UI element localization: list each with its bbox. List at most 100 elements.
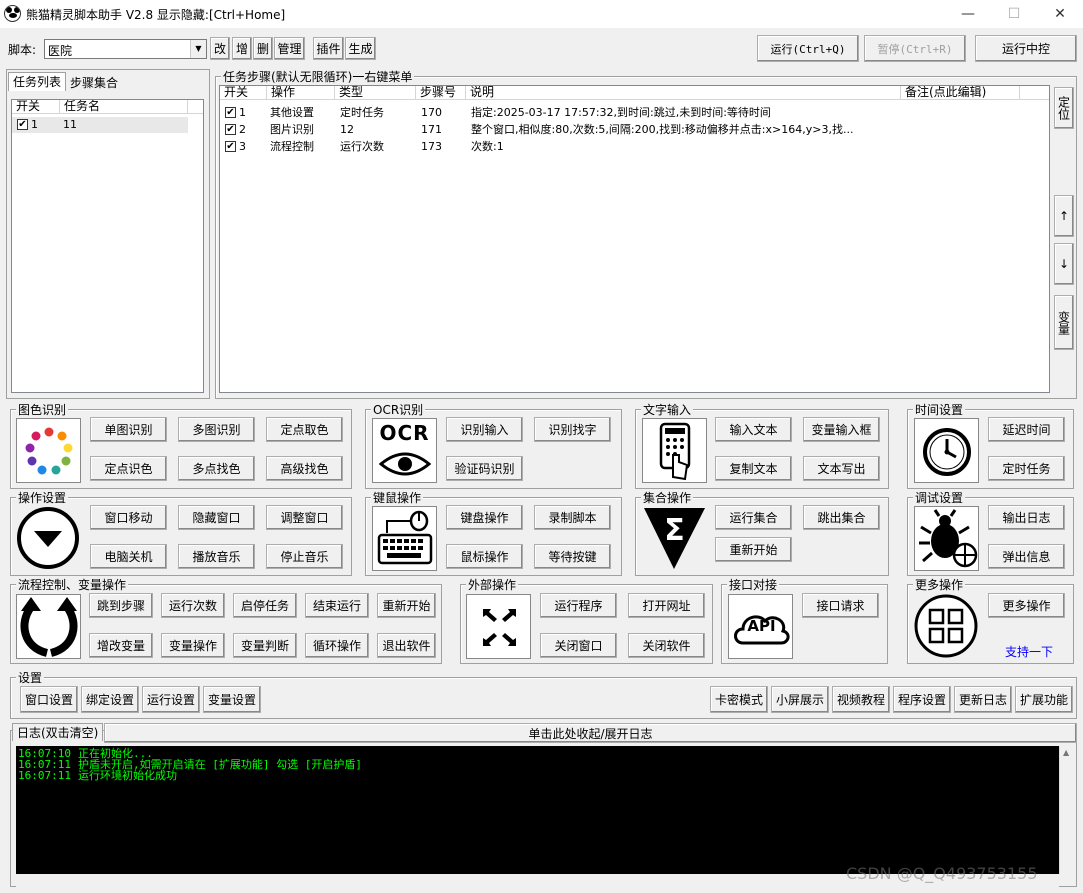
input-text-button[interactable]: 输入文本 [715,417,792,442]
keyboard-operation-button[interactable]: 键盘操作 [446,505,523,530]
delay-time-button[interactable]: 延迟时间 [988,417,1065,442]
popup-info-button[interactable]: 弹出信息 [988,544,1065,569]
run-collection-button[interactable]: 运行集合 [715,505,792,530]
variable-input-box-button[interactable]: 变量输入框 [803,417,880,442]
ocr-eye-icon: OCR [372,418,437,483]
tab-step-collection[interactable]: 步骤集合 [66,74,122,91]
extensions-button[interactable]: 扩展功能 [1015,686,1073,713]
run-middle-control-button[interactable]: 运行中控 [975,35,1077,62]
exit-software-button[interactable]: 退出软件 [377,633,436,658]
changelog-button[interactable]: 更新日志 [954,686,1012,713]
col-operation[interactable]: 操作 [267,86,335,100]
col-task-name[interactable]: 任务名 [60,100,188,114]
jump-to-step-button[interactable]: 跳到步骤 [89,593,153,618]
run-button[interactable]: 运行(Ctrl+Q) [757,35,859,62]
hide-window-button[interactable]: 隐藏窗口 [178,505,255,530]
small-screen-button[interactable]: 小屏展示 [771,686,829,713]
exit-collection-button[interactable]: 跳出集合 [803,505,880,530]
run-program-button[interactable]: 运行程序 [540,593,617,618]
run-count-button[interactable]: 运行次数 [161,593,225,618]
tab-task-list[interactable]: 任务列表 [8,72,67,91]
close-icon[interactable]: ✕ [1037,0,1083,28]
col-switch[interactable]: 开关 [12,100,60,114]
toggle-log-button[interactable]: 单击此处收起/展开日志 [104,723,1077,743]
record-script-button[interactable]: 录制脚本 [534,505,611,530]
stop-music-button[interactable]: 停止音乐 [266,544,343,569]
move-window-button[interactable]: 窗口移动 [90,505,167,530]
row-checkbox[interactable]: ✔ [17,119,28,130]
col-switch[interactable]: 开关 [220,86,267,100]
restart-button[interactable]: 重新开始 [377,593,436,618]
support-link[interactable]: 支持一下 [1005,643,1053,660]
col-description[interactable]: 说明 [466,86,901,100]
recognize-find-text-button[interactable]: 识别找字 [534,417,611,442]
locate-button[interactable]: 定位 [1054,87,1074,129]
more-operations-button[interactable]: 更多操作 [988,593,1065,618]
edit-script-button[interactable]: 改 [210,37,230,60]
chevron-down-icon[interactable]: ▼ [190,40,206,58]
close-software-button[interactable]: 关闭软件 [628,633,705,658]
window-settings-button[interactable]: 窗口设置 [20,686,78,713]
close-window-button[interactable]: 关闭窗口 [540,633,617,658]
col-step-number[interactable]: 步骤号 [416,86,466,100]
log-scrollbar[interactable]: ▲ [1059,746,1075,874]
variable-operation-button[interactable]: 变量操作 [161,633,225,658]
write-text-button[interactable]: 文本写出 [803,456,880,481]
move-down-button[interactable]: ↓ [1054,243,1074,285]
delete-script-button[interactable]: 删 [253,37,273,60]
variable-judge-button[interactable]: 变量判断 [233,633,297,658]
video-tutorial-button[interactable]: 视频教程 [832,686,890,713]
wait-key-button[interactable]: 等待按键 [534,544,611,569]
manage-button[interactable]: 管理 [274,37,305,60]
row-checkbox[interactable]: ✔ [225,124,236,135]
output-log-button[interactable]: 输出日志 [988,505,1065,530]
variable-settings-button[interactable]: 变量设置 [203,686,261,713]
api-request-button[interactable]: 接口请求 [802,593,879,618]
col-type[interactable]: 类型 [335,86,416,100]
point-identify-color-button[interactable]: 定点识色 [90,456,167,481]
scheduled-task-button[interactable]: 定时任务 [988,456,1065,481]
plugin-button[interactable]: 插件 [313,37,344,60]
restart-collection-button[interactable]: 重新开始 [715,537,792,562]
variable-button[interactable]: 变量 [1054,295,1074,350]
toggle-task-button[interactable]: 启停任务 [233,593,297,618]
captcha-recognize-button[interactable]: 验证码识别 [446,456,523,481]
point-pick-color-button[interactable]: 定点取色 [266,417,343,442]
recognize-input-button[interactable]: 识别输入 [446,417,523,442]
table-row[interactable]: ✔ 3 流程控制 运行次数 173 次数:1 [220,138,1020,155]
minimize-icon[interactable]: — [945,0,991,28]
license-mode-button[interactable]: 卡密模式 [710,686,768,713]
scroll-up-icon[interactable]: ▲ [1063,748,1069,757]
advanced-find-color-button[interactable]: 高级找色 [266,456,343,481]
single-image-recognize-button[interactable]: 单图识别 [90,417,167,442]
task-steps-title: 任务步骤(默认无限循环)一右键菜单 [221,68,415,85]
table-row[interactable]: ✔ 2 图片识别 12 171 整个窗口,相似度:80,次数:5,间隔:200,… [220,121,1020,138]
pause-button[interactable]: 暂停(Ctrl+R) [864,35,966,62]
open-url-button[interactable]: 打开网址 [628,593,705,618]
row-checkbox[interactable]: ✔ [225,107,236,118]
bind-settings-button[interactable]: 绑定设置 [81,686,139,713]
script-select[interactable]: 医院 ▼ [44,39,207,59]
modify-variable-button[interactable]: 增改变量 [89,633,153,658]
multi-point-find-color-button[interactable]: 多点找色 [178,456,255,481]
mouse-operation-button[interactable]: 鼠标操作 [446,544,523,569]
loop-operation-button[interactable]: 循环操作 [305,633,369,658]
table-row[interactable]: ✔ 1 其他设置 定时任务 170 指定:2025-03-17 17:57:32… [220,104,1020,121]
table-row[interactable]: ✔ 1 11 [12,117,188,133]
col-note[interactable]: 备注(点此编辑) [901,86,1020,100]
copy-text-button[interactable]: 复制文本 [715,456,792,481]
shutdown-pc-button[interactable]: 电脑关机 [90,544,167,569]
log-output: 16:07:10 正在初始化... 16:07:11 护盾未开启,如需开启请在 [扩… [16,746,1059,874]
row-checkbox[interactable]: ✔ [225,141,236,152]
add-script-button[interactable]: 增 [232,37,252,60]
run-settings-button[interactable]: 运行设置 [142,686,200,713]
play-music-button[interactable]: 播放音乐 [178,544,255,569]
adjust-window-button[interactable]: 调整窗口 [266,505,343,530]
generate-button[interactable]: 生成 [345,37,376,60]
move-up-button[interactable]: ↑ [1054,195,1074,237]
multi-image-recognize-button[interactable]: 多图识别 [178,417,255,442]
maximize-icon[interactable]: ☐ [991,0,1037,28]
end-run-button[interactable]: 结束运行 [305,593,369,618]
program-settings-button[interactable]: 程序设置 [893,686,951,713]
tab-log[interactable]: 日志(双击清空) [12,723,104,741]
